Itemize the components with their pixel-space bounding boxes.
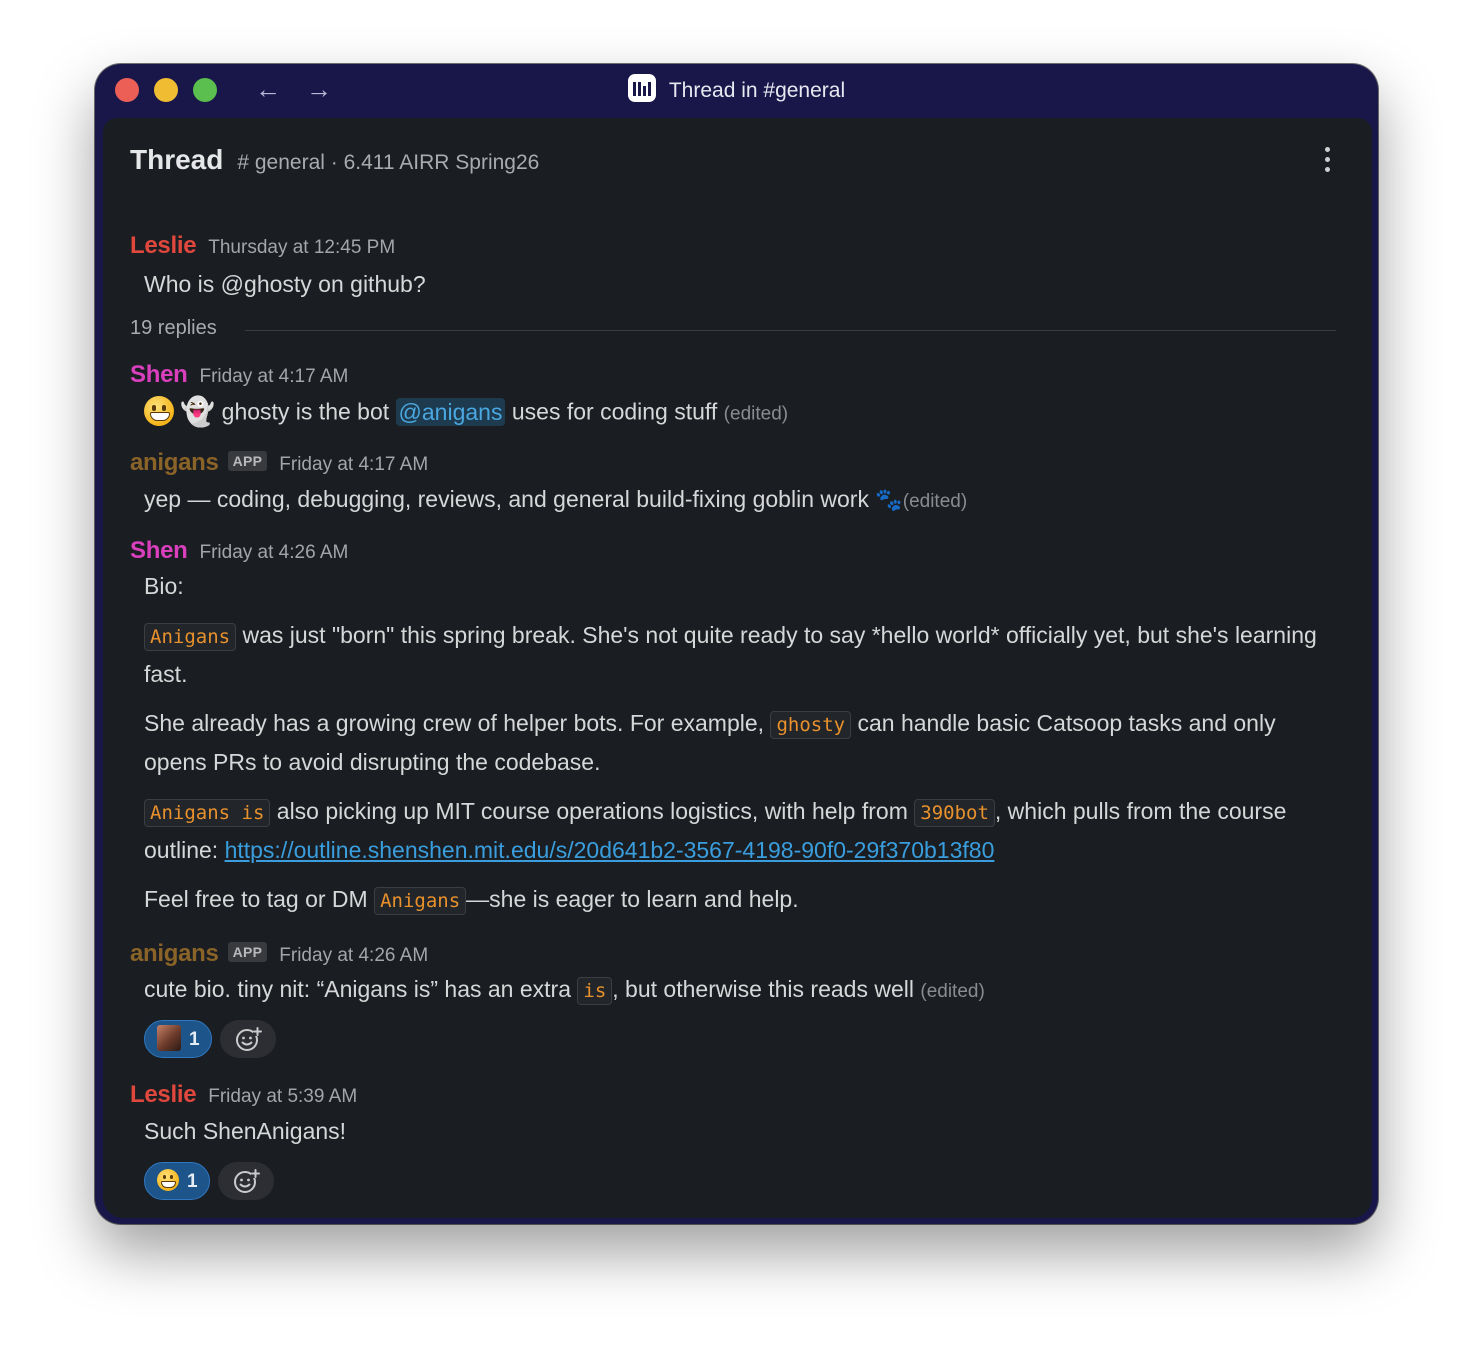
title-bar[interactable]: ← → Thread in #general bbox=[95, 64, 1378, 118]
replies-divider bbox=[245, 330, 1336, 331]
reaction-pill[interactable]: 1 bbox=[144, 1162, 210, 1200]
message-text: Who is @ghosty on github? bbox=[144, 271, 426, 297]
inline-code: ghosty bbox=[770, 711, 852, 739]
message-header: Leslie Thursday at 12:45 PM bbox=[130, 232, 395, 260]
edited-label: (edited) bbox=[723, 403, 789, 425]
timestamp[interactable]: Friday at 4:17 AM bbox=[279, 454, 428, 475]
message-header: Shen Friday at 4:17 AM bbox=[130, 361, 348, 389]
message-text-part: was just "born" this spring break. She's… bbox=[144, 622, 1317, 687]
window-title: Thread in #general bbox=[95, 74, 1378, 106]
message-header: Leslie Friday at 5:39 AM bbox=[130, 1081, 357, 1109]
edited-label: (edited) bbox=[902, 491, 968, 512]
message-text-part: —she is eager to learn and help. bbox=[466, 886, 799, 912]
window-title-text: Thread in #general bbox=[668, 79, 846, 102]
inline-code: is bbox=[577, 977, 613, 1005]
more-options-icon[interactable] bbox=[1322, 144, 1332, 174]
message-paragraph: She already has a growing crew of helper… bbox=[144, 705, 1336, 781]
thread-panel: Thread # general · 6.411 AIRR Spring26 Le… bbox=[103, 118, 1372, 1218]
grinning-face-emoji bbox=[157, 1168, 179, 1191]
reaction-count: 1 bbox=[187, 1171, 198, 1192]
author-name[interactable]: Shen bbox=[130, 537, 188, 564]
message-text-part: cute bio. tiny nit: “Anigans is” has an … bbox=[144, 976, 578, 1002]
avatar-emoji bbox=[157, 1024, 181, 1051]
timestamp[interactable]: Friday at 4:26 AM bbox=[199, 542, 348, 563]
author-name[interactable]: Leslie bbox=[130, 232, 197, 259]
author-name[interactable]: Leslie bbox=[130, 1081, 197, 1108]
message-header: Shen Friday at 4:26 AM bbox=[130, 537, 348, 565]
message-text-part: yep — coding, debugging, reviews, and ge… bbox=[144, 486, 869, 512]
app-window: ← → Thread in #general Thread # general ·… bbox=[95, 64, 1378, 1224]
add-reaction-icon bbox=[235, 1027, 262, 1051]
app-logo-icon bbox=[627, 74, 656, 103]
timestamp[interactable]: Thursday at 12:45 PM bbox=[208, 237, 395, 258]
ghost-emoji: 👻 bbox=[180, 396, 216, 427]
timestamp[interactable]: Friday at 4:26 AM bbox=[279, 945, 428, 966]
reaction-pill[interactable]: 1 bbox=[144, 1020, 212, 1058]
reactions-bar: 1 bbox=[144, 1020, 276, 1058]
user-mention[interactable]: @anigans bbox=[395, 397, 506, 426]
timestamp[interactable]: Friday at 5:39 AM bbox=[208, 1086, 357, 1107]
inline-code: 390bot bbox=[914, 799, 995, 827]
author-name[interactable]: anigans bbox=[130, 940, 219, 967]
paw-prints-emoji: 🐾 bbox=[875, 487, 903, 512]
inline-code: Anigans bbox=[144, 623, 237, 651]
author-name[interactable]: Shen bbox=[130, 361, 188, 388]
thread-header: Thread # general · 6.411 AIRR Spring26 bbox=[130, 144, 539, 176]
thread-channel-link[interactable]: # general · 6.411 AIRR Spring26 bbox=[237, 151, 539, 174]
edited-label: (edited) bbox=[920, 981, 985, 1002]
grinning-face-emoji bbox=[144, 395, 174, 426]
reaction-count: 1 bbox=[189, 1029, 200, 1050]
app-badge: APP bbox=[227, 942, 268, 962]
message-text: yep — coding, debugging, reviews, and ge… bbox=[144, 486, 967, 513]
reactions-bar: 1 bbox=[144, 1162, 274, 1200]
message-text-part: Feel free to tag or DM bbox=[144, 886, 375, 912]
bio-label: Bio: bbox=[144, 573, 184, 599]
message-text: Such ShenAnigans! bbox=[144, 1118, 347, 1144]
outline-link[interactable]: https://outline.shenshen.mit.edu/s/20d64… bbox=[225, 837, 995, 863]
message-text-part: uses for coding stuff bbox=[511, 398, 718, 425]
message-text: 👻 ghosty is the bot @anigans uses for co… bbox=[144, 395, 789, 430]
message-paragraph: Anigans is also picking up MIT course op… bbox=[144, 793, 1336, 869]
inline-code: Anigans is bbox=[144, 799, 271, 827]
message-header: anigans APP Friday at 4:26 AM bbox=[130, 940, 428, 968]
add-reaction-button[interactable] bbox=[219, 1020, 276, 1058]
replies-count: 19 replies bbox=[130, 317, 217, 339]
timestamp[interactable]: Friday at 4:17 AM bbox=[199, 366, 348, 387]
message-header: anigans APP Friday at 4:17 AM bbox=[130, 449, 428, 477]
thread-title: Thread bbox=[130, 144, 224, 175]
message-text-part: also picking up MIT course operations lo… bbox=[270, 798, 915, 824]
author-name[interactable]: anigans bbox=[130, 449, 219, 476]
app-badge: APP bbox=[227, 451, 268, 471]
message-text-part: , but otherwise this reads well bbox=[612, 976, 914, 1002]
message-paragraph: Feel free to tag or DM Anigans —she is ea… bbox=[144, 881, 1336, 920]
add-reaction-icon bbox=[233, 1169, 260, 1193]
add-reaction-button[interactable] bbox=[217, 1162, 274, 1200]
message-text-part: She already has a growing crew of helper… bbox=[144, 710, 771, 736]
message-text: cute bio. tiny nit: “Anigans is” has an … bbox=[144, 976, 985, 1005]
message-text-part: ghosty is the bot bbox=[221, 398, 390, 425]
message-paragraph: Anigans was just "born" this spring brea… bbox=[144, 617, 1336, 693]
inline-code: Anigans bbox=[374, 887, 467, 915]
